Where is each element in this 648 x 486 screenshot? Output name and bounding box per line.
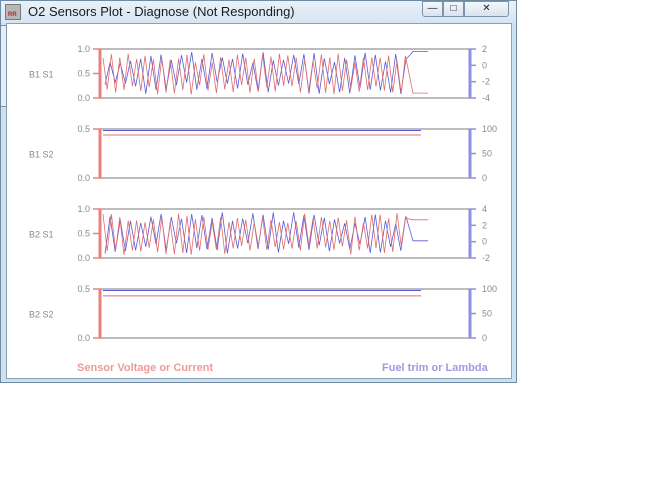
right-tick-label: -2 bbox=[482, 77, 490, 87]
left-tick-label: 0.0 bbox=[77, 253, 90, 263]
right-tick-label: 100 bbox=[482, 284, 497, 294]
right-tick-label: 0 bbox=[482, 173, 487, 183]
sensor-label: B2 S2 bbox=[29, 310, 54, 320]
right-tick-label: 50 bbox=[482, 309, 492, 319]
right-tick-label: 100 bbox=[482, 124, 497, 134]
left-tick-label: 0.5 bbox=[77, 284, 90, 294]
right-tick-label: 2 bbox=[482, 44, 487, 54]
chart-b2-s2: B2 S2 0.5 0.0 100 50 0 bbox=[29, 284, 497, 343]
left-tick-label: 0.5 bbox=[77, 124, 90, 134]
sensor-label: B1 S1 bbox=[29, 70, 54, 80]
right-tick-label: 2 bbox=[482, 220, 487, 230]
left-tick-label: 1.0 bbox=[77, 44, 90, 54]
right-tick-label: -2 bbox=[482, 253, 490, 263]
legend-fuel-trim: Fuel trim or Lambda bbox=[382, 362, 488, 374]
right-tick-label: 0 bbox=[482, 333, 487, 343]
chart-frame bbox=[98, 128, 472, 179]
legend-sensor-voltage: Sensor Voltage or Current bbox=[77, 362, 214, 374]
left-tick-label: 0.5 bbox=[77, 69, 90, 79]
chart-b1-s2: B1 S2 0.5 0.0 100 50 0 bbox=[29, 124, 497, 183]
sensor-label: B2 S1 bbox=[29, 230, 54, 240]
fuel-trim-trace bbox=[104, 51, 428, 95]
left-tick-label: 0.0 bbox=[77, 173, 90, 183]
o2-sensors-plot-window: RR O2 Sensors Plot - Diagnose (Not Respo… bbox=[0, 0, 517, 383]
chart-b1-s1: B1 S1 1.0 0.5 0.0 2 0 -2 -4 bbox=[29, 44, 490, 103]
right-tick-label: 0 bbox=[482, 237, 487, 247]
sensor-label: B1 S2 bbox=[29, 150, 54, 160]
o2-sensor-charts: B1 S11.00.50.020-2-4B1 S20.50.0100500B2 … bbox=[29, 44, 497, 343]
left-tick-label: 0.0 bbox=[77, 333, 90, 343]
right-tick-label: 50 bbox=[482, 149, 492, 159]
left-tick-label: 0.0 bbox=[77, 93, 90, 103]
chart-b2-s1: B2 S1 1.0 0.5 0.0 4 2 0 -2 bbox=[29, 204, 490, 263]
right-tick-label: 4 bbox=[482, 204, 487, 214]
left-tick-label: 1.0 bbox=[77, 204, 90, 214]
right-tick-label: -4 bbox=[482, 93, 490, 103]
right-tick-label: 0 bbox=[482, 60, 487, 70]
left-tick-label: 0.5 bbox=[77, 229, 90, 239]
